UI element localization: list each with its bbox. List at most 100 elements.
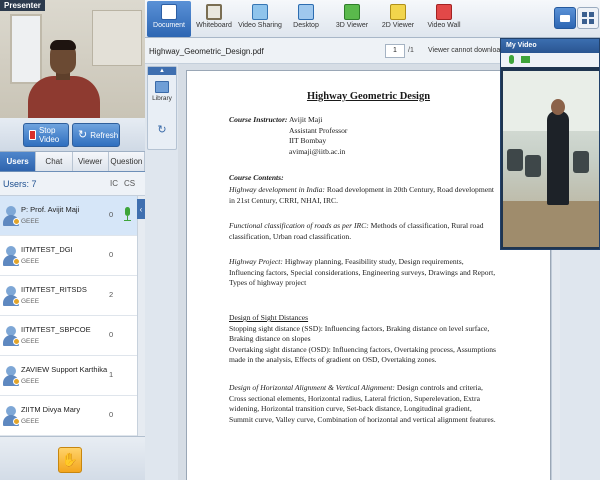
my-video-controls xyxy=(501,53,599,67)
tab-question[interactable]: Question xyxy=(108,152,145,171)
instructor-label: Course Instructor: xyxy=(229,115,288,124)
reload-icon[interactable]: ↻ xyxy=(155,123,169,137)
tool-label: 3D Viewer xyxy=(335,22,369,29)
raise-hand-button[interactable]: ✋ xyxy=(58,447,82,473)
user-org: GEEE xyxy=(21,378,40,385)
document-icon xyxy=(161,4,177,20)
user-name: ZIITM Divya Mary xyxy=(21,405,81,414)
tool-whiteboard[interactable]: Whiteboard xyxy=(192,1,236,37)
user-row[interactable]: P: Prof. Avijit Maji GEEE 0 xyxy=(0,196,137,236)
document-page: Highway Geometric Design Course Instruct… xyxy=(186,70,551,480)
user-ic-value: 2 xyxy=(109,290,114,299)
microphone-icon[interactable] xyxy=(122,207,132,223)
document-bar: Highway_Geometric_Design.pdf 1 /1 Viewer… xyxy=(145,38,516,64)
p4-heading: Design of Sight Distances xyxy=(229,313,309,322)
user-row[interactable]: ZIITM Divya Mary GEEE 0 xyxy=(0,396,137,436)
tool-video-sharing[interactable]: Video Sharing xyxy=(238,1,282,37)
column-header-ic: IC xyxy=(110,179,118,188)
user-ic-value: 0 xyxy=(109,410,114,419)
whiteboard-icon xyxy=(206,4,222,20)
user-avatar-icon xyxy=(3,206,20,226)
library-button[interactable]: Library xyxy=(149,79,175,111)
tool-label: Video Wall xyxy=(427,22,461,29)
p1-lead: Highway development in India: xyxy=(229,185,325,194)
refresh-button[interactable]: ↻ Refresh xyxy=(72,123,120,147)
user-avatar-icon xyxy=(3,246,20,266)
tool-video-wall[interactable]: Video Wall xyxy=(422,1,466,37)
user-row[interactable]: IITMTEST_DGI GEEE 0 xyxy=(0,236,137,276)
user-ic-value: 0 xyxy=(109,250,114,259)
my-video-window: My Video ▲ xyxy=(500,38,600,250)
my-video-chair xyxy=(507,149,523,171)
my-video-chair xyxy=(525,155,541,177)
column-header-cs: CS xyxy=(124,179,136,188)
user-row[interactable]: IITMTEST_SBPCOE GEEE 0 xyxy=(0,316,137,356)
tool-label: Desktop xyxy=(293,22,319,29)
user-name: IITMTEST_RITSDS xyxy=(21,285,87,294)
instructor-name: Avijit Maji xyxy=(289,115,323,124)
tool-2d-viewer[interactable]: 2D Viewer xyxy=(376,1,420,37)
presenter-label: Presenter xyxy=(0,0,45,11)
side-tools-collapse-icon[interactable]: ▲ xyxy=(148,67,176,75)
tool-document[interactable]: Document xyxy=(147,1,191,37)
tool-label: 2D Viewer xyxy=(381,22,415,29)
user-org: GEEE xyxy=(21,418,40,425)
user-org: GEEE xyxy=(21,258,40,265)
library-icon xyxy=(155,81,169,93)
contents-paragraph-5: Design of Horizontal Alignment & Vertica… xyxy=(229,383,497,425)
user-list: P: Prof. Avijit Maji GEEE 0 IITMTEST_DGI… xyxy=(0,196,137,436)
contents-paragraph-4: Design of Sight Distances Stopping sight… xyxy=(229,313,497,366)
user-org: GEEE xyxy=(21,218,40,225)
user-name: P: Prof. Avijit Maji xyxy=(21,205,80,214)
camera-icon[interactable] xyxy=(554,7,576,29)
my-video-feed: ▲ xyxy=(503,71,599,247)
instructor-institute: IIT Bombay xyxy=(289,136,327,145)
p3-lead: Highway Project: xyxy=(229,257,283,266)
grid-layout-icon[interactable] xyxy=(577,7,599,29)
page-number-input[interactable]: 1 xyxy=(385,44,405,58)
user-row[interactable]: IITMTEST_RITSDS GEEE 2 xyxy=(0,276,137,316)
p2-lead: Functional classification of roads as pe… xyxy=(229,221,369,230)
tool-label: Video Sharing xyxy=(238,22,282,29)
user-org: GEEE xyxy=(21,298,40,305)
refresh-icon: ↻ xyxy=(78,128,88,141)
hand-icon: ✋ xyxy=(61,452,79,467)
page-total: /1 xyxy=(408,47,414,54)
stop-video-label: Stop Video xyxy=(38,126,60,144)
tab-users[interactable]: Users xyxy=(0,152,37,171)
document-side-tools: ▲ Library ↻ xyxy=(147,66,177,150)
presenter-video-hair xyxy=(50,40,76,50)
user-name: IITMTEST_SBPCOE xyxy=(21,325,91,334)
my-video-person xyxy=(547,111,569,205)
document-filename: Highway_Geometric_Design.pdf xyxy=(149,47,264,56)
stop-video-button[interactable]: Stop Video xyxy=(23,123,69,147)
presenter-video-body xyxy=(28,76,100,118)
left-panel-tabs: Users Chat Viewer Question xyxy=(0,152,145,172)
user-avatar-icon xyxy=(3,406,20,426)
presenter-video-board xyxy=(92,10,142,66)
video-control-bar: Stop Video ↻ Refresh xyxy=(0,118,145,152)
user-ic-value: 0 xyxy=(109,210,114,219)
p4-line-2: Overtaking sight distance (OSD): Influen… xyxy=(229,344,496,365)
user-ic-value: 0 xyxy=(109,330,114,339)
tool-label: Document xyxy=(153,22,185,29)
my-video-desk xyxy=(503,201,599,247)
refresh-label: Refresh xyxy=(90,130,119,140)
tab-viewer[interactable]: Viewer xyxy=(72,152,109,171)
video-wall-icon xyxy=(436,4,452,20)
contents-paragraph-2: Functional classification of roads as pe… xyxy=(229,221,497,242)
contents-label: Course Contents: xyxy=(229,173,284,182)
doc-title: Highway Geometric Design xyxy=(306,91,431,102)
main-toolbar: Document Whiteboard Video Sharing Deskto… xyxy=(145,0,600,38)
collapse-panel-icon[interactable]: ‹ xyxy=(137,199,145,219)
contents-paragraph-3: Highway Project: Highway planning, Feasi… xyxy=(229,257,497,289)
microphone-icon[interactable] xyxy=(509,55,514,64)
user-list-scrollbar[interactable] xyxy=(137,196,145,436)
stop-icon xyxy=(29,130,36,140)
user-row[interactable]: ZAVIEW Support Karthika GEEE 1 xyxy=(0,356,137,396)
tool-desktop[interactable]: Desktop xyxy=(284,1,328,37)
tool-3d-viewer[interactable]: 3D Viewer xyxy=(330,1,374,37)
video-camera-icon[interactable] xyxy=(521,56,530,63)
tab-chat[interactable]: Chat xyxy=(36,152,73,171)
user-avatar-icon xyxy=(3,326,20,346)
